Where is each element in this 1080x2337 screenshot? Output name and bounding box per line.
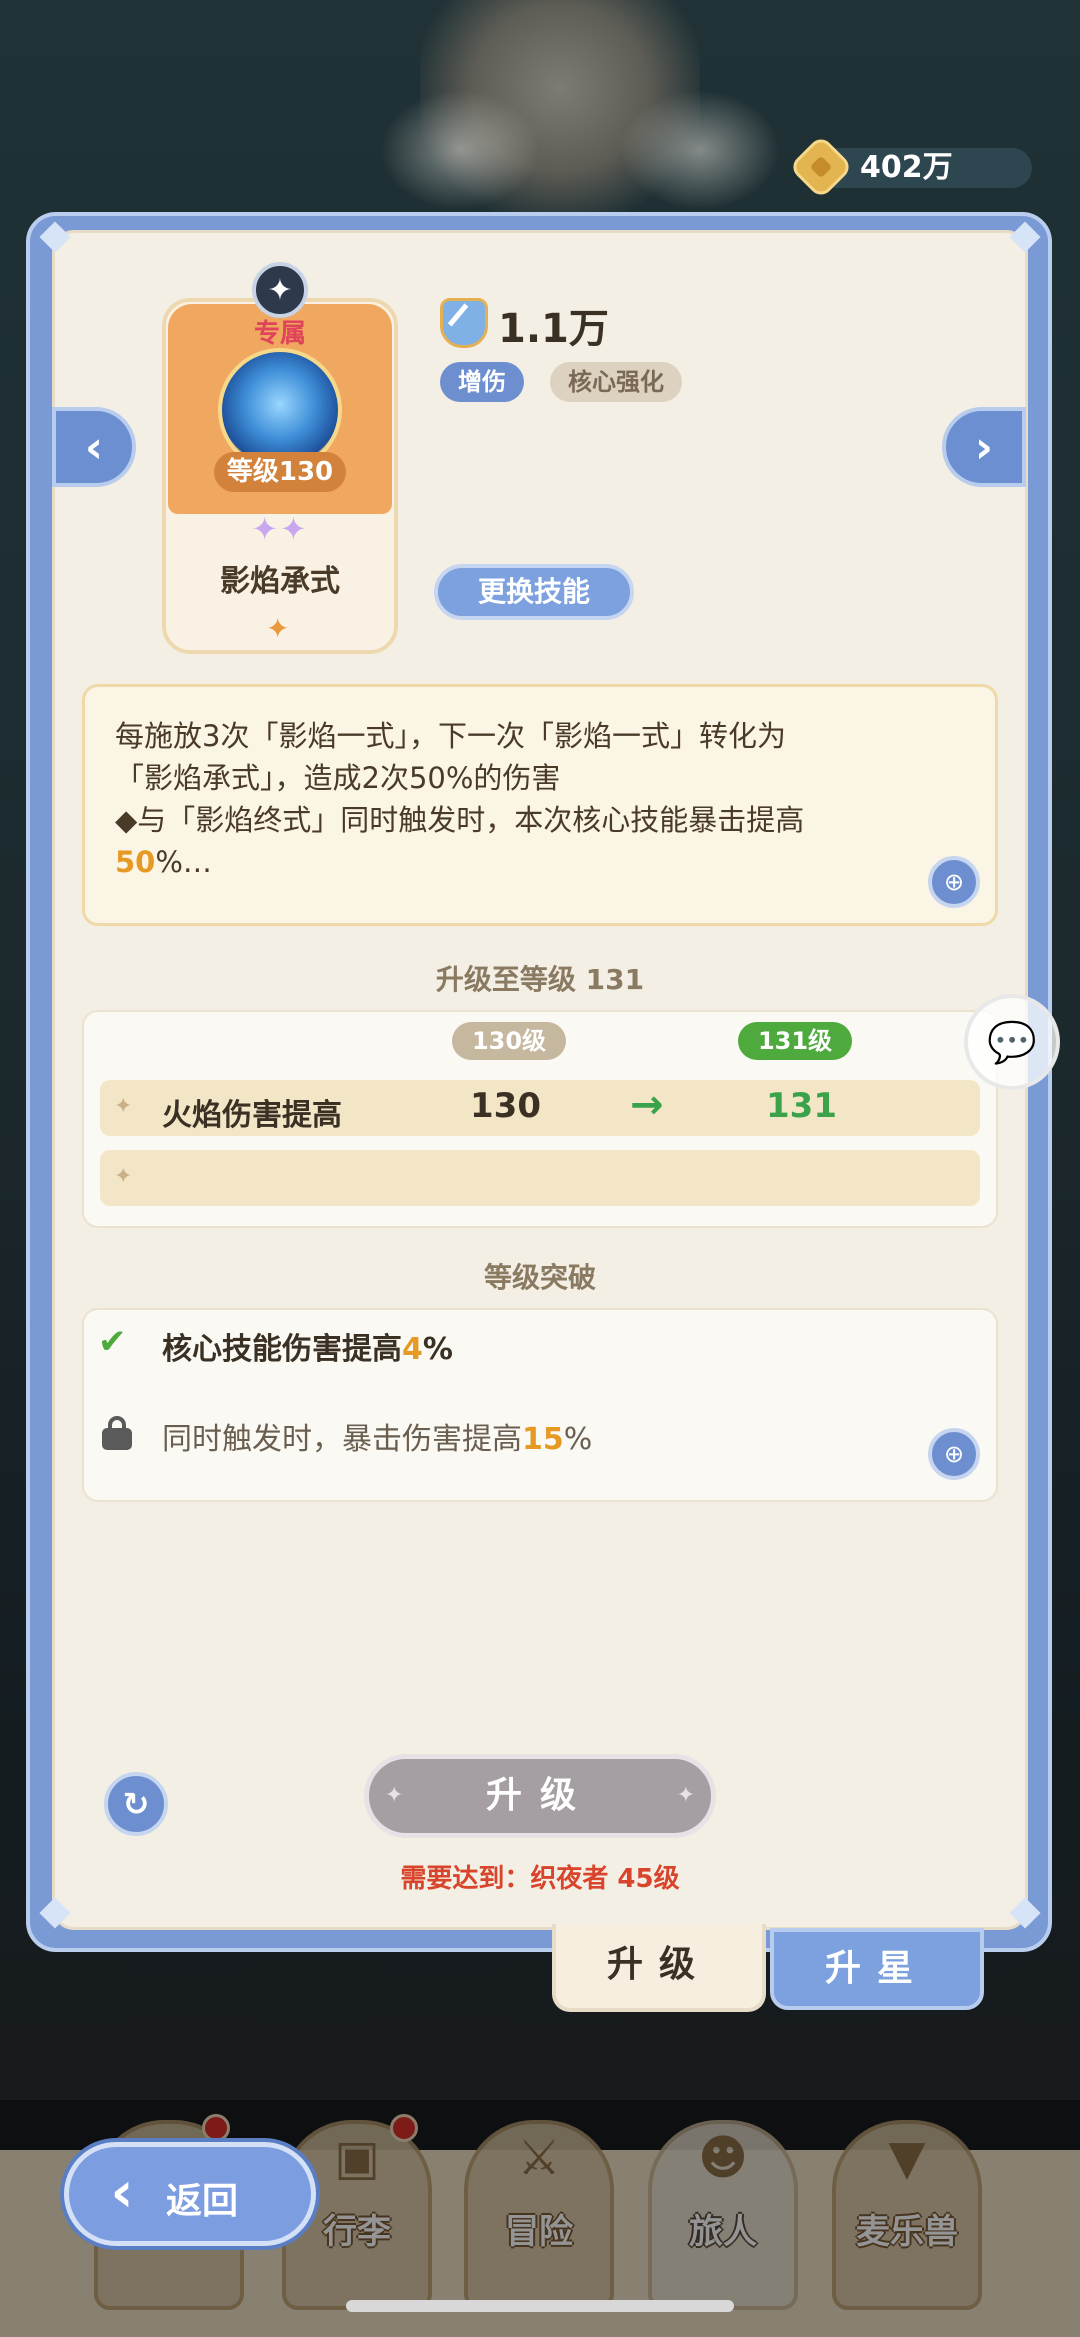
magnifier-plus-icon: ⊕ <box>943 1440 965 1468</box>
chat-bubble-icon: 💬 <box>987 1019 1037 1066</box>
currency-amount: 402万 <box>860 150 953 185</box>
previous-skill-button[interactable]: ‹ <box>52 407 136 487</box>
arrow-right-icon: → <box>630 1082 664 1128</box>
description-line: ◆与「影焰终式」同时触发时，本次核心技能暴击提高 <box>115 803 805 837</box>
description-highlight: 50 <box>115 845 156 879</box>
zoom-description-button[interactable]: ⊕ <box>928 856 980 908</box>
breakthrough-text: 核心技能伤害提高 <box>162 1332 402 1367</box>
upgrade-button[interactable]: 升级 <box>364 1754 716 1838</box>
breakthrough-value: 4 <box>402 1332 423 1367</box>
breakthrough-item: 同时触发时，暴击伤害提高15% <box>162 1414 592 1458</box>
breakthrough-unit: % <box>563 1422 593 1457</box>
stat-name: 火焰伤害提高 <box>162 1098 342 1133</box>
next-skill-button[interactable]: › <box>942 407 1026 487</box>
star-rating: ✦✦ <box>251 510 309 548</box>
magnifier-plus-icon: ⊕ <box>943 868 965 896</box>
tab-star-up[interactable]: 升星 <box>770 1928 984 2010</box>
breakthrough-value: 15 <box>522 1422 564 1457</box>
stat-next-value: 131 <box>766 1086 837 1126</box>
description-line: 「影焰承式」，造成2次50%的伤害 <box>115 761 561 795</box>
refresh-icon: ↻ <box>122 1785 150 1823</box>
breakthrough-item: 核心技能伤害提高4% <box>162 1324 453 1368</box>
description-line: 50%… <box>115 841 967 883</box>
breakthrough-section-title: 等级突破 <box>483 1261 596 1294</box>
background-wing <box>620 90 780 210</box>
home-indicator[interactable] <box>346 2300 734 2312</box>
check-icon: ✔ <box>98 1322 127 1362</box>
back-arrow-icon: ‹ <box>110 2159 134 2225</box>
skill-level-pill: 等级130 <box>214 452 346 492</box>
gold-coin-icon <box>788 134 854 200</box>
stat-row: ✦ 火焰伤害提高 130 → 131 <box>100 1080 980 1136</box>
skill-description: 每施放3次「影焰一式」，下一次「影焰一式」转化为 「影焰承式」，造成2次50%的… <box>82 684 998 926</box>
sparkle-badge-icon: ✦ <box>252 262 308 318</box>
upgrade-requirement: 需要达到：织夜者 45级 <box>400 1864 680 1894</box>
row-bullet-icon: ✦ <box>114 1094 133 1119</box>
upgrade-section-title: 升级至等级 131 <box>435 963 645 996</box>
change-skill-button[interactable]: 更换技能 <box>434 564 634 620</box>
zoom-breakthrough-button[interactable]: ⊕ <box>928 1428 980 1480</box>
exclusive-tag: 专属 <box>253 319 306 349</box>
power-shield-icon <box>440 298 488 348</box>
chevron-right-icon: › <box>974 421 994 473</box>
tag-core-enhance: 核心强化 <box>550 362 682 402</box>
chat-bubble-button[interactable]: 💬 <box>964 994 1060 1090</box>
skill-name: 影焰承式 <box>220 564 340 599</box>
breakthrough-text: 同时触发时，暴击伤害提高 <box>162 1422 522 1457</box>
chevron-left-icon: ‹ <box>84 421 104 473</box>
breakthrough-unit: % <box>422 1332 453 1367</box>
current-level-pill: 130级 <box>452 1022 566 1060</box>
tab-upgrade[interactable]: 升级 <box>552 1924 766 2012</box>
stat-row-empty: ✦ <box>100 1150 980 1206</box>
description-line: 每施放3次「影焰一式」，下一次「影焰一式」转化为 <box>115 719 786 753</box>
reset-button[interactable]: ↻ <box>104 1772 168 1836</box>
row-bullet-icon: ✦ <box>114 1164 133 1189</box>
background-wing <box>380 90 540 210</box>
card-ornament-icon: ✦ <box>266 612 290 645</box>
back-button-label: 返回 <box>166 2181 239 2222</box>
next-level-pill: 131级 <box>738 1022 852 1060</box>
description-rest: %… <box>155 845 212 879</box>
tag-damage-boost: 增伤 <box>440 362 524 402</box>
power-value: 1.1万 <box>498 306 609 352</box>
stat-current-value: 130 <box>470 1086 541 1126</box>
lock-icon <box>102 1416 132 1450</box>
